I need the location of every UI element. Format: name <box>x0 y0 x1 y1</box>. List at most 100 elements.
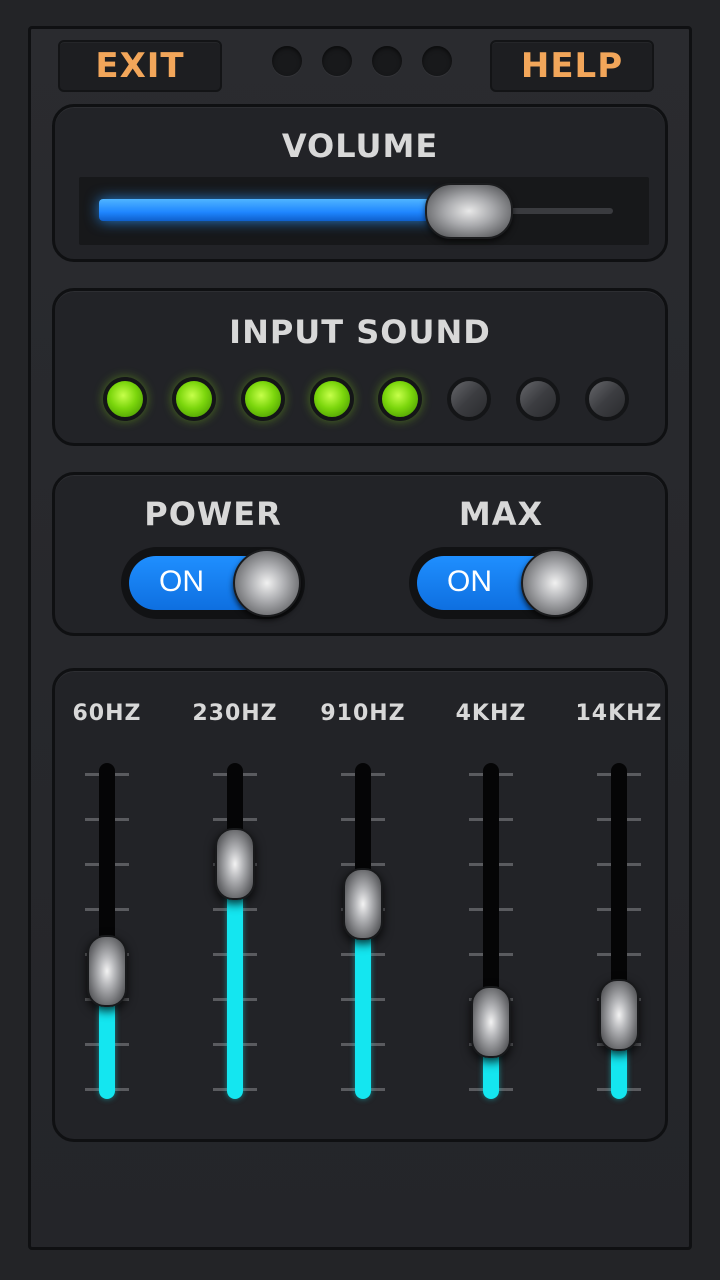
max-toggle[interactable]: ON <box>409 547 593 619</box>
help-button[interactable]: HELP <box>490 40 654 92</box>
max-toggle-state: ON <box>447 565 492 598</box>
level-led-on <box>171 377 216 421</box>
indicator-dot <box>272 46 302 76</box>
input-sound-title: INPUT SOUND <box>229 313 491 351</box>
eq-tick-mark <box>341 773 355 776</box>
switches-panel: POWER ON MAX ON <box>52 472 668 636</box>
input-sound-panel: INPUT SOUND <box>52 288 668 446</box>
eq-slider-knob[interactable] <box>87 935 127 1008</box>
indicator-dot <box>372 46 402 76</box>
exit-button[interactable]: EXIT <box>58 40 222 92</box>
power-toggle-state: ON <box>159 565 204 598</box>
max-toggle-knob <box>521 549 589 617</box>
eq-tick-mark <box>627 773 641 776</box>
eq-tick-mark <box>213 953 227 956</box>
eq-tick-mark <box>85 1088 99 1091</box>
eq-tick-mark <box>341 1088 355 1091</box>
power-toggle-knob <box>233 549 301 617</box>
eq-tick-mark <box>115 908 129 911</box>
eq-tick-mark <box>213 818 227 821</box>
eq-tick-mark <box>469 1088 483 1091</box>
eq-tick-mark <box>115 773 129 776</box>
eq-tick-mark <box>213 773 227 776</box>
eq-tick-mark <box>627 1088 641 1091</box>
level-led-on <box>309 377 354 421</box>
eq-tick-mark <box>371 953 385 956</box>
level-led-on <box>103 377 147 421</box>
level-led-on <box>378 377 423 421</box>
eq-tick-mark <box>371 998 385 1001</box>
eq-tick-mark <box>499 1088 513 1091</box>
eq-tick-mark <box>627 953 641 956</box>
eq-tick-mark <box>243 773 257 776</box>
eq-tick-mark <box>115 863 129 866</box>
volume-fill <box>99 199 470 221</box>
eq-tick-mark <box>243 1088 257 1091</box>
eq-tick-mark <box>213 998 227 1001</box>
eq-tick-mark <box>341 818 355 821</box>
eq-tick-mark <box>469 773 483 776</box>
eq-band-label: 4KHZ <box>455 701 527 726</box>
eq-slider-track[interactable] <box>99 763 115 1099</box>
eq-tick-mark <box>115 818 129 821</box>
eq-tick-mark <box>85 818 99 821</box>
eq-tick-mark <box>469 863 483 866</box>
eq-tick-mark <box>115 1088 129 1091</box>
eq-tick-mark <box>627 818 641 821</box>
eq-tick-mark <box>597 818 611 821</box>
eq-tick-mark <box>341 998 355 1001</box>
eq-tick-mark <box>627 908 641 911</box>
eq-tick-mark <box>597 908 611 911</box>
eq-tick-mark <box>499 818 513 821</box>
eq-tick-mark <box>469 953 483 956</box>
eq-tick-mark <box>627 863 641 866</box>
eq-tick-mark <box>85 863 99 866</box>
eq-tick-mark <box>243 908 257 911</box>
eq-slider-knob[interactable] <box>343 868 383 941</box>
eq-band-label: 60HZ <box>72 701 142 726</box>
indicator-dot <box>322 46 352 76</box>
equalizer-panel: 60HZ 230HZ 910HZ 4KHZ 14KHZ <box>52 668 668 1142</box>
eq-tick-mark <box>243 1043 257 1046</box>
eq-band-label: 230HZ <box>192 701 278 726</box>
power-label: POWER <box>144 495 282 533</box>
eq-slider-knob[interactable] <box>471 985 511 1058</box>
level-led-off <box>584 377 629 421</box>
level-led-off <box>516 377 561 421</box>
eq-slider-knob[interactable] <box>215 827 255 900</box>
eq-tick-mark <box>243 818 257 821</box>
eq-slider-track[interactable] <box>227 763 243 1099</box>
eq-tick-mark <box>469 818 483 821</box>
eq-tick-mark <box>499 863 513 866</box>
eq-tick-mark <box>371 818 385 821</box>
eq-tick-mark <box>213 1043 227 1046</box>
eq-tick-mark <box>85 773 99 776</box>
eq-tick-mark <box>597 953 611 956</box>
eq-tick-mark <box>597 863 611 866</box>
volume-title: VOLUME <box>281 127 439 165</box>
volume-panel: VOLUME <box>52 104 668 262</box>
eq-tick-mark <box>115 1043 129 1046</box>
eq-tick-mark <box>371 863 385 866</box>
eq-tick-mark <box>499 773 513 776</box>
eq-tick-mark <box>469 908 483 911</box>
eq-tick-mark <box>243 953 257 956</box>
level-led-off <box>447 377 492 421</box>
eq-tick-mark <box>243 998 257 1001</box>
eq-tick-mark <box>341 863 355 866</box>
eq-tick-mark <box>341 1043 355 1046</box>
eq-tick-mark <box>371 773 385 776</box>
power-toggle[interactable]: ON <box>121 547 305 619</box>
eq-tick-mark <box>597 1088 611 1091</box>
indicator-dot <box>422 46 452 76</box>
eq-tick-mark <box>341 953 355 956</box>
eq-tick-mark <box>499 953 513 956</box>
max-label: MAX <box>458 495 544 533</box>
eq-slider-knob[interactable] <box>599 979 639 1051</box>
eq-band-label: 14KHZ <box>575 701 663 726</box>
eq-tick-mark <box>85 908 99 911</box>
eq-tick-mark <box>85 1043 99 1046</box>
eq-band-label: 910HZ <box>320 701 406 726</box>
volume-slider-knob[interactable] <box>425 183 514 239</box>
input-level-meter <box>103 377 629 421</box>
